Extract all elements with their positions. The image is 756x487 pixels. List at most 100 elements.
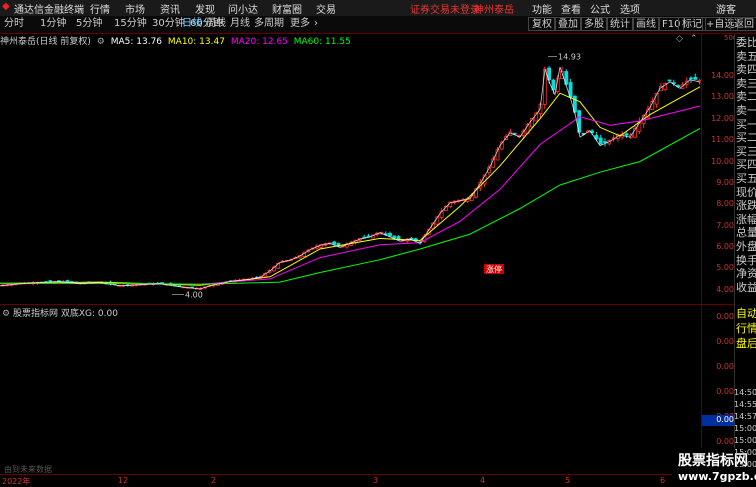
- period-1min[interactable]: 1分钟: [40, 17, 66, 31]
- panel-mode-label[interactable]: 自动: [736, 307, 756, 320]
- period-weekly[interactable]: 周线: [206, 17, 226, 31]
- date-axis-line: [0, 474, 734, 475]
- candle-body: [667, 79, 672, 82]
- btn-huaxian[interactable]: 画线: [632, 17, 660, 31]
- quote-label: 净资: [736, 267, 756, 281]
- candle-body: [542, 68, 547, 105]
- menu-chakan[interactable]: 查看: [561, 1, 581, 16]
- menu-caifuquan[interactable]: 财富圈: [272, 1, 302, 16]
- quote-label: 委比: [736, 36, 756, 49]
- app-name: 通达信金融终端: [14, 5, 84, 16]
- period-fenshi[interactable]: 分时: [4, 17, 24, 31]
- chevron-right-icon[interactable]: ›: [314, 17, 318, 31]
- period-30min[interactable]: 30分钟: [152, 17, 185, 31]
- price-tick-label: 13.00: [711, 92, 734, 102]
- candle-body: [624, 133, 629, 136]
- date-label-5: 5: [565, 476, 571, 485]
- period-monthly[interactable]: 月线: [230, 17, 250, 31]
- period-more[interactable]: 更多: [290, 17, 310, 31]
- menu-jiaoyi[interactable]: 交易: [316, 1, 336, 16]
- time-axis-label: 14:57: [734, 412, 756, 421]
- menu-hangqing[interactable]: 行情: [90, 1, 110, 16]
- menu-zixun[interactable]: 资讯: [160, 1, 180, 16]
- login-notice[interactable]: 证券交易未登录: [410, 1, 480, 16]
- limit-up-label: 涨停: [486, 264, 502, 274]
- menu-youke[interactable]: 游客: [716, 1, 736, 16]
- watermark-url: www.7gpzb.com: [678, 470, 756, 483]
- btn-fanhui[interactable]: 返回: [730, 17, 756, 31]
- candle-body: [392, 235, 397, 239]
- btn-fuquan[interactable]: 复权: [528, 17, 556, 31]
- indicator-tick-label: 0.00: [716, 387, 734, 396]
- quote-label: 外盘: [736, 240, 756, 253]
- title-stock-name: 神州泰岳: [474, 5, 514, 16]
- period-multi[interactable]: 多周期: [254, 17, 284, 31]
- price-tick-label: 9.00: [716, 177, 734, 187]
- btn-duogu[interactable]: 多股: [580, 17, 608, 31]
- quote-label: 卖四: [736, 63, 756, 77]
- btn-diejia[interactable]: 叠加: [554, 17, 582, 31]
- indicator-tick-label: 0.00: [716, 362, 734, 371]
- btn-tongji[interactable]: 统计: [606, 17, 634, 31]
- candle-body: [48, 280, 53, 283]
- app-logo-icon: ◆: [2, 1, 10, 12]
- quote-label: 卖一: [736, 104, 756, 117]
- date-label-12: 12: [118, 476, 129, 485]
- quote-label: 买一: [736, 117, 756, 131]
- price-tick-label: 6.00: [716, 241, 734, 251]
- quote-label: 卖三: [736, 76, 756, 90]
- menu-wenxiaoda[interactable]: 问小达: [228, 1, 258, 16]
- indicator-name[interactable]: 股票指标网: [13, 309, 58, 319]
- candle-body: [65, 280, 70, 283]
- price-tick-label: 7.00: [716, 220, 734, 230]
- period-15min[interactable]: 15分钟: [114, 17, 147, 31]
- quote-label: 总量: [736, 226, 756, 240]
- time-axis-label: 15:00: [734, 460, 756, 469]
- quote-label: 买三: [736, 144, 756, 158]
- ma-line-ma20: [0, 105, 701, 285]
- time-axis-label: 15:00: [734, 424, 756, 433]
- quote-label: 涨幅: [736, 212, 756, 226]
- candlestick-chart[interactable]: 14.93 4.00 涨停: [0, 34, 734, 304]
- time-axis-label: 15:00: [734, 448, 756, 457]
- period-daily[interactable]: 日线: [182, 17, 202, 31]
- menu-shichang[interactable]: 市场: [125, 1, 145, 16]
- indicator-tick-label: 0.00: [716, 437, 734, 446]
- indicator-value-box: 0.00: [702, 415, 734, 426]
- quote-label: 换手: [736, 253, 756, 267]
- candle-body: [603, 141, 607, 143]
- panel-divider: [0, 304, 734, 305]
- time-axis-label: 15:00: [734, 436, 756, 445]
- candle-body: [332, 241, 337, 245]
- menu-xuanxiang[interactable]: 选项: [620, 1, 640, 16]
- menu-gongneng[interactable]: 功能: [532, 1, 552, 16]
- panel-mode-label[interactable]: 盘后: [736, 337, 756, 350]
- high-price-label: 14.93: [558, 52, 581, 61]
- candle-body: [693, 76, 698, 80]
- period-5min[interactable]: 5分钟: [76, 17, 102, 31]
- date-label-2: 2: [211, 476, 217, 485]
- quote-label: 卖五: [736, 49, 756, 63]
- price-axis: 4.00 5.00 6.00 7.00 8.00 9.00 10.00 11.00 12.00 1…: [702, 34, 734, 304]
- panel-mode-label[interactable]: 行情: [736, 322, 756, 335]
- quote-label: 收益: [736, 280, 756, 294]
- candle-body: [689, 77, 693, 80]
- period-toolbar: 分时 1分钟 5分钟 15分钟 30分钟 60分钟 日线 周线 月线 多周期 更…: [0, 16, 756, 34]
- candle-body: [598, 137, 603, 145]
- price-tick-label: 11.00: [711, 135, 734, 145]
- indicator-title-line: ⚙ 股票指标网 双底XG: 0.00: [2, 306, 118, 319]
- quote-label: 涨跌: [736, 199, 756, 213]
- low-price-label: 4.00: [185, 291, 203, 300]
- indicator-tick-label: 0.00: [716, 312, 734, 321]
- price-tick-label: 12.00: [711, 113, 734, 123]
- quote-label: 现价: [736, 185, 756, 199]
- ma-line-ma5: [0, 66, 701, 290]
- menu-faxian[interactable]: 发现: [195, 1, 215, 16]
- date-label-6: 6: [660, 476, 666, 485]
- menu-gongshi[interactable]: 公式: [590, 1, 610, 16]
- price-tick-label: 4.00: [716, 284, 734, 294]
- indicator-settings-icon[interactable]: ⚙: [2, 309, 10, 319]
- quote-label: 买五: [736, 172, 756, 185]
- price-tick-label: 8.00: [716, 199, 734, 209]
- price-tick-label: 10.00: [711, 156, 734, 166]
